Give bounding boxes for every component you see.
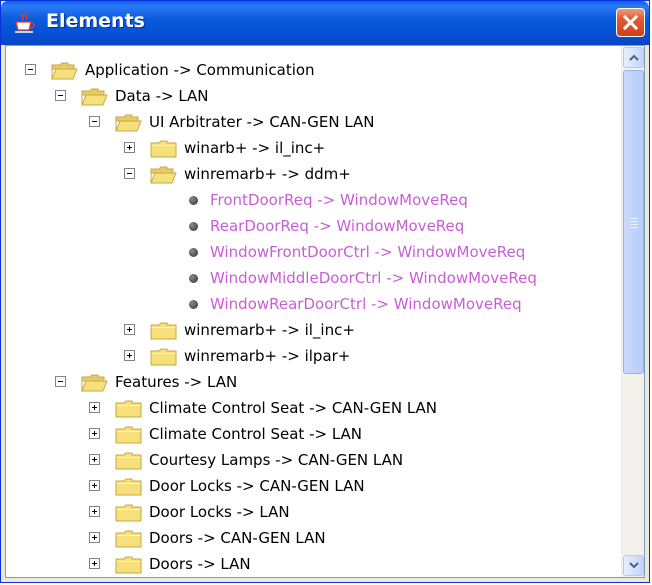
- tree-node-application[interactable]: Application -> Communication: [6, 58, 606, 82]
- element-tree: Application -> Communication Data -> LAN…: [6, 46, 621, 578]
- chevron-up-icon: [629, 54, 639, 61]
- tree-node-label: RearDoorReq -> WindowMoveReq: [210, 217, 465, 235]
- folder-open-icon: [81, 374, 108, 392]
- expand-toggle[interactable]: [124, 142, 135, 153]
- bullet-icon: [189, 248, 198, 257]
- grip-line: [630, 224, 638, 225]
- close-icon: [622, 14, 639, 31]
- expand-toggle[interactable]: [89, 480, 100, 491]
- vertical-scrollbar[interactable]: [621, 46, 644, 577]
- folder-closed-icon: [150, 140, 177, 158]
- expand-toggle[interactable]: [89, 506, 100, 517]
- tree-node-label: UI Arbitrater -> CAN-GEN LAN: [149, 113, 375, 131]
- bullet-icon: [189, 274, 198, 283]
- folder-closed-icon: [150, 322, 177, 340]
- folder-closed-icon: [150, 348, 177, 366]
- collapse-toggle[interactable]: [55, 90, 66, 101]
- tree-node-label: FrontDoorReq -> WindowMoveReq: [210, 191, 468, 209]
- tree-node-climate-seat-can[interactable]: Climate Control Seat -> CAN-GEN LAN: [6, 396, 606, 420]
- folder-closed-icon: [115, 400, 142, 418]
- folder-open-icon: [81, 88, 108, 106]
- tree-node-label: Door Locks -> CAN-GEN LAN: [149, 477, 365, 495]
- tree-leaf-windowmiddledoorctrl[interactable]: WindowMiddleDoorCtrl -> WindowMoveReq: [6, 266, 606, 290]
- tree-node-doors-lan[interactable]: Doors -> LAN: [6, 552, 606, 576]
- tree-leaf-frontdoorreq[interactable]: FrontDoorReq -> WindowMoveReq: [6, 188, 606, 212]
- folder-open-icon: [115, 114, 142, 132]
- tree-node-label: winremarb+ -> ilpar+: [184, 347, 351, 365]
- title-bar[interactable]: Elements: [1, 1, 649, 45]
- grip-line: [630, 227, 638, 228]
- chevron-down-icon: [629, 562, 639, 569]
- collapse-toggle[interactable]: [55, 376, 66, 387]
- collapse-toggle[interactable]: [124, 168, 135, 179]
- tree-node-label: Application -> Communication: [85, 61, 315, 79]
- expand-toggle[interactable]: [89, 558, 100, 569]
- tree-node-label: Climate Control Seat -> LAN: [149, 425, 363, 443]
- collapse-toggle[interactable]: [89, 116, 100, 127]
- tree-node-climate-seat-lan[interactable]: Climate Control Seat -> LAN: [6, 422, 606, 446]
- tree-node-label: WindowRearDoorCtrl -> WindowMoveReq: [210, 295, 522, 313]
- tree-node-winarb[interactable]: winarb+ -> il_inc+: [6, 136, 606, 160]
- tree-node-label: Features -> LAN: [115, 373, 238, 391]
- folder-open-icon: [51, 62, 78, 80]
- tree-node-door-locks-lan[interactable]: Door Locks -> LAN: [6, 500, 606, 524]
- expand-toggle[interactable]: [89, 532, 100, 543]
- tree-node-data[interactable]: Data -> LAN: [6, 84, 606, 108]
- folder-closed-icon: [115, 530, 142, 548]
- bullet-icon: [189, 196, 198, 205]
- tree-node-ui-arbitrater[interactable]: UI Arbitrater -> CAN-GEN LAN: [6, 110, 606, 134]
- expand-toggle[interactable]: [89, 454, 100, 465]
- window-title: Elements: [46, 10, 145, 32]
- tree-node-label: winremarb+ -> ddm+: [184, 165, 351, 183]
- tree-node-label: Climate Control Seat -> CAN-GEN LAN: [149, 399, 438, 417]
- tree-node-label: winarb+ -> il_inc+: [184, 139, 326, 157]
- tree-node-door-locks-can[interactable]: Door Locks -> CAN-GEN LAN: [6, 474, 606, 498]
- expand-toggle[interactable]: [89, 402, 100, 413]
- tree-leaf-reardoorreq[interactable]: RearDoorReq -> WindowMoveReq: [6, 214, 606, 238]
- expand-toggle[interactable]: [124, 324, 135, 335]
- folder-closed-icon: [115, 478, 142, 496]
- folder-closed-icon: [115, 452, 142, 470]
- bullet-icon: [189, 300, 198, 309]
- folder-closed-icon: [115, 426, 142, 444]
- scrollbar-thumb[interactable]: [623, 70, 644, 374]
- tree-leaf-windowfrontdoorctrl[interactable]: WindowFrontDoorCtrl -> WindowMoveReq: [6, 240, 606, 264]
- tree-node-label: Courtesy Lamps -> CAN-GEN LAN: [149, 451, 404, 469]
- tree-node-winremarb-ilpar[interactable]: winremarb+ -> ilpar+: [6, 344, 606, 368]
- tree-node-label: Data -> LAN: [115, 87, 209, 105]
- tree-node-label: Doors -> CAN-GEN LAN: [149, 529, 326, 547]
- grip-line: [630, 218, 638, 219]
- grip-line: [630, 221, 638, 222]
- collapse-toggle[interactable]: [25, 64, 36, 75]
- expand-toggle[interactable]: [89, 428, 100, 439]
- tree-node-label: WindowMiddleDoorCtrl -> WindowMoveReq: [210, 269, 537, 287]
- tree-node-doors-can[interactable]: Doors -> CAN-GEN LAN: [6, 526, 606, 550]
- expand-toggle[interactable]: [124, 350, 135, 361]
- bullet-icon: [189, 222, 198, 231]
- folder-open-icon: [150, 166, 177, 184]
- tree-node-courtesy-lamps[interactable]: Courtesy Lamps -> CAN-GEN LAN: [6, 448, 606, 472]
- tree-panel: Application -> Communication Data -> LAN…: [5, 45, 645, 578]
- scroll-down-button[interactable]: [623, 555, 644, 576]
- tree-node-label: Doors -> LAN: [149, 555, 251, 573]
- tree-node-winremarb-ddm[interactable]: winremarb+ -> ddm+: [6, 162, 606, 186]
- close-button[interactable]: [616, 8, 645, 37]
- tree-node-features[interactable]: Features -> LAN: [6, 370, 606, 394]
- tree-node-label: winremarb+ -> il_inc+: [184, 321, 355, 339]
- folder-closed-icon: [115, 504, 142, 522]
- elements-window: Elements Application -> Communication Da…: [0, 0, 650, 583]
- tree-node-winremarb-ilinc[interactable]: winremarb+ -> il_inc+: [6, 318, 606, 342]
- folder-closed-icon: [115, 556, 142, 574]
- scroll-up-button[interactable]: [623, 47, 644, 68]
- tree-node-label: Door Locks -> LAN: [149, 503, 290, 521]
- java-cup-icon: [15, 11, 35, 33]
- tree-leaf-windowreardoorctrl[interactable]: WindowRearDoorCtrl -> WindowMoveReq: [6, 292, 606, 316]
- tree-node-label: WindowFrontDoorCtrl -> WindowMoveReq: [210, 243, 526, 261]
